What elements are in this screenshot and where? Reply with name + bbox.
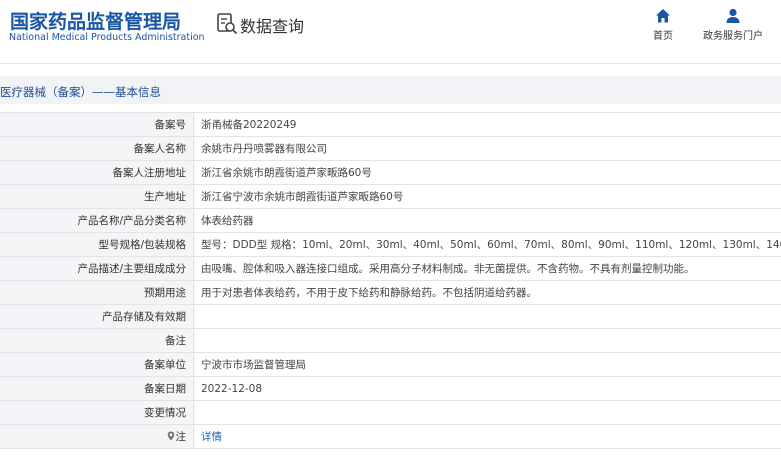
table-row: 生产地址 浙江省宁波市余姚市朗霞街道芦家畈路60号 [0, 184, 781, 209]
section-title: 数据查询 [240, 17, 305, 36]
field-label: 产品描述/主要组成成分 [0, 256, 194, 281]
nav-home[interactable]: 首页 [633, 7, 693, 42]
field-label-note: 注 [0, 424, 194, 449]
table-row: 产品存储及有效期 [0, 304, 781, 329]
home-icon [656, 9, 670, 23]
field-label: 备案日期 [0, 376, 194, 401]
field-label: 产品存储及有效期 [0, 304, 194, 329]
field-label: 型号规格/包装规格 [0, 232, 194, 257]
field-value: 用于对患者体表给药，不用于皮下给药和静脉给药。不包括阴道给药器。 [193, 280, 781, 305]
field-value: 浙江省余姚市朗霞街道芦家畈路60号 [193, 160, 781, 185]
nav-home-label: 首页 [653, 31, 673, 42]
field-label: 备案单位 [0, 352, 194, 377]
nav-service-portal[interactable]: 政务服务门户 [703, 7, 763, 42]
field-value: 2022-12-08 [193, 376, 781, 401]
field-label: 预期用途 [0, 280, 194, 305]
field-value [193, 304, 781, 329]
data-query-icon [217, 13, 238, 35]
field-value: 体表给药器 [193, 208, 781, 233]
details-link[interactable]: 详情 [193, 424, 781, 449]
table-row: 备案单位 宁波市市场监督管理局 [0, 352, 781, 377]
table-row: 备案日期 2022-12-08 [0, 376, 781, 401]
breadcrumb: 医疗器械（备案）——基本信息 [0, 85, 161, 99]
note-label-text: 注 [175, 431, 187, 443]
field-value: 浙江省宁波市余姚市朗霞街道芦家畈路60号 [193, 184, 781, 209]
field-value: 宁波市市场监督管理局 [193, 352, 781, 377]
table-row: 备案号 浙甬械备20220249 [0, 112, 781, 137]
table-row: 型号规格/包装规格 型号：DDD型 规格：10ml、20ml、30ml、40ml、… [0, 232, 781, 257]
table-row: 变更情况 [0, 400, 781, 425]
nav-service-portal-label: 政务服务门户 [703, 31, 763, 42]
field-label: 备案号 [0, 112, 194, 137]
pin-icon [167, 431, 174, 441]
field-value: 浙甬械备20220249 [193, 112, 781, 137]
field-label: 备案人注册地址 [0, 160, 194, 185]
table-row-note: 注详情 [0, 424, 781, 449]
site-header: 国家药品监督管理局 National Medical Products Admi… [0, 0, 781, 64]
site-logo-en[interactable]: National Medical Products Administration [9, 32, 205, 43]
field-value [193, 328, 781, 353]
record-detail-table: 备案号 浙甬械备20220249 备案人名称 余姚市丹丹喷雾器有限公司 备案人注册地址浙… [0, 112, 781, 449]
table-row: 备案人注册地址 浙江省余姚市朗霞街道芦家畈路60号 [0, 160, 781, 185]
table-row: 产品名称/产品分类名称 体表给药器 [0, 208, 781, 233]
user-icon [726, 8, 740, 23]
table-row: 备注 [0, 328, 781, 353]
table-row: 备案人名称 余姚市丹丹喷雾器有限公司 [0, 136, 781, 161]
field-value: 型号：DDD型 规格：10ml、20ml、30ml、40ml、50ml、60ml… [193, 232, 781, 257]
site-logo-cn[interactable]: 国家药品监督管理局 [10, 7, 181, 34]
field-label: 生产地址 [0, 184, 194, 209]
field-label: 产品名称/产品分类名称 [0, 208, 194, 233]
field-value: 由吸嘴、腔体和吸入器连接口组成。采用高分子材料制成。非无菌提供。不含药物。不具有… [193, 256, 781, 281]
header-divider [0, 63, 781, 64]
table-row: 预期用途 用于对患者体表给药，不用于皮下给药和静脉给药。不包括阴道给药器。 [0, 280, 781, 305]
table-row: 产品描述/主要组成成分 由吸嘴、腔体和吸入器连接口组成。采用高分子材料制成。非无菌… [0, 256, 781, 281]
field-value: 余姚市丹丹喷雾器有限公司 [193, 136, 781, 161]
field-label: 备案人名称 [0, 136, 194, 161]
field-label: 变更情况 [0, 400, 194, 425]
field-value [193, 400, 781, 425]
field-label: 备注 [0, 328, 194, 353]
